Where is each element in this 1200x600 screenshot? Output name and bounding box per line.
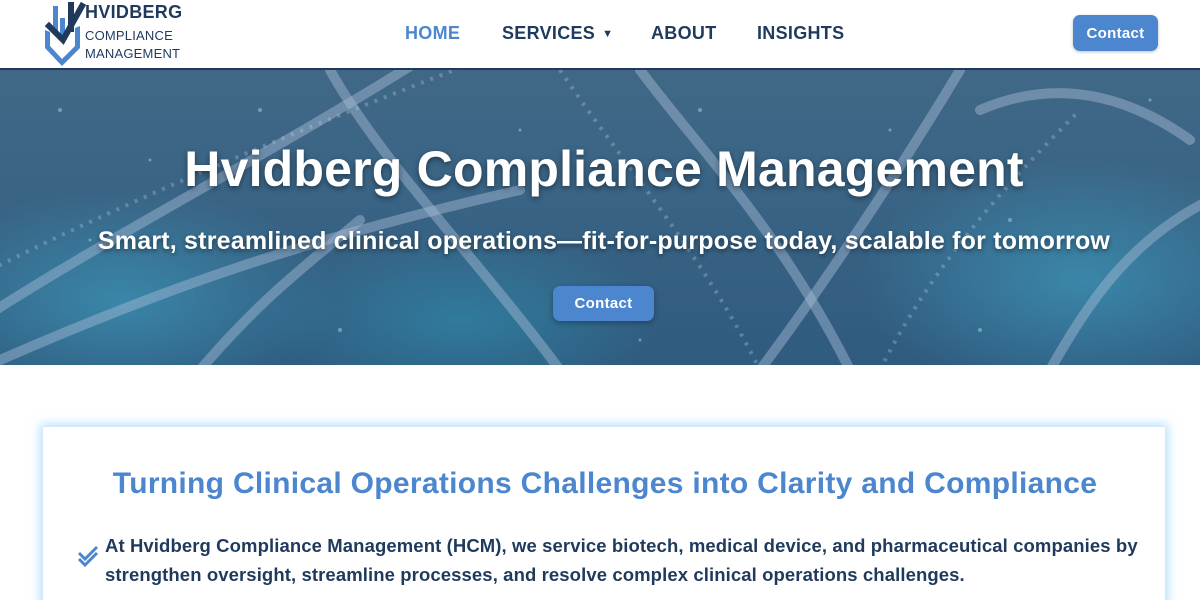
logo-subtitle-line1: COMPLIANCE: [85, 28, 173, 43]
logo[interactable]: HVIDBERG COMPLIANCE MANAGEMENT: [42, 0, 202, 68]
site-header: HVIDBERG COMPLIANCE MANAGEMENT HOME SERV…: [0, 0, 1200, 70]
logo-subtitle-line2: MANAGEMENT: [85, 46, 181, 61]
header-contact-button[interactable]: Contact: [1073, 15, 1158, 51]
intro-text: At Hvidberg Compliance Management (HCM),…: [105, 535, 1138, 585]
intro-heading: Turning Clinical Operations Challenges i…: [112, 467, 1098, 500]
logo-title: HVIDBERG: [85, 2, 183, 22]
intro-card: Turning Clinical Operations Challenges i…: [42, 426, 1166, 600]
nav-item-services-label: SERVICES: [502, 23, 596, 43]
hero-title: Hvidberg Compliance Management: [184, 141, 1024, 197]
nav-item-about[interactable]: ABOUT: [651, 23, 717, 44]
hero-banner: Hvidberg Compliance Management Smart, st…: [0, 70, 1200, 365]
chevron-down-icon[interactable]: ▼: [602, 28, 613, 40]
nav-item-services[interactable]: SERVICES ▼: [502, 23, 613, 44]
hero-contact-button[interactable]: Contact: [553, 286, 654, 321]
double-check-icon: [77, 545, 99, 568]
nav-item-insights[interactable]: INSIGHTS: [757, 23, 844, 44]
nav-item-home[interactable]: HOME: [405, 23, 460, 44]
hero-subtitle: Smart, streamlined clinical operations—f…: [97, 227, 1111, 255]
shield-check-logo-icon: [44, 1, 86, 66]
